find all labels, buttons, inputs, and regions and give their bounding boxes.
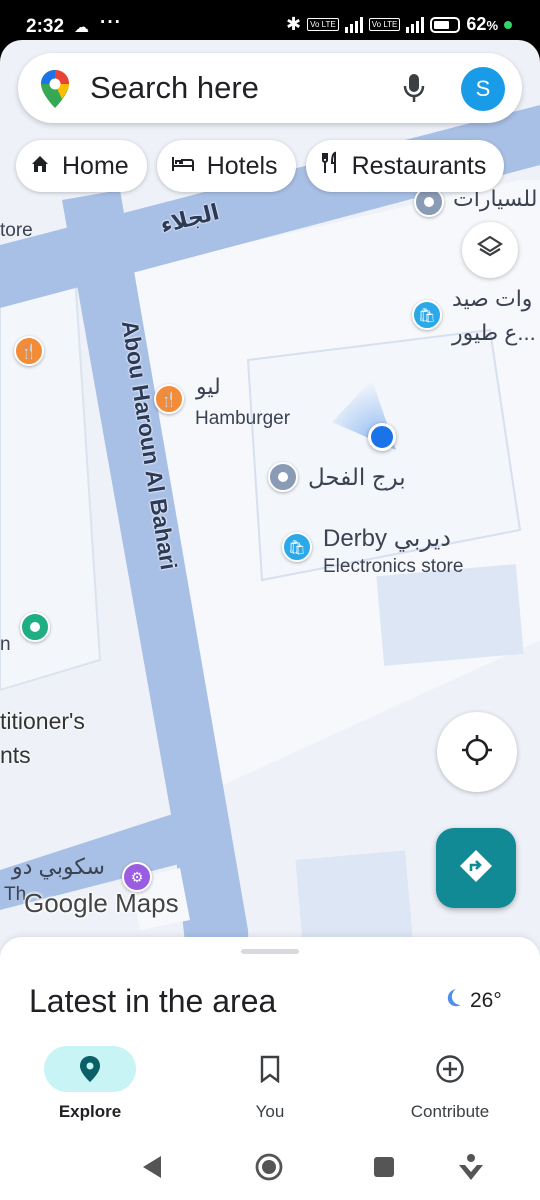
directions-icon xyxy=(458,848,494,889)
moon-icon xyxy=(442,987,464,1015)
my-location-dot xyxy=(368,423,396,451)
chip-hotels[interactable]: Hotels xyxy=(156,140,296,192)
place-label-store: tore xyxy=(0,220,33,241)
place-pin-pet-shop[interactable]: 🛍 xyxy=(412,300,442,330)
bookmark-icon xyxy=(224,1046,316,1092)
place-label-hamburger-ar: ليو xyxy=(196,374,221,399)
place-label-derby-category: Electronics store xyxy=(323,556,464,577)
microphone-icon[interactable] xyxy=(402,73,426,108)
place-label-confectioner-2: nts xyxy=(0,742,31,768)
google-maps-logo: Google Maps xyxy=(24,888,179,918)
account-avatar[interactable]: S xyxy=(461,67,505,111)
chip-restaurants-label: Restaurants xyxy=(351,151,487,180)
chip-hotels-label: Hotels xyxy=(206,151,278,180)
add-circle-icon xyxy=(404,1046,496,1092)
recents-icon[interactable] xyxy=(373,1156,395,1183)
status-icons: ✱ Vo LTE Vo LTE 62% xyxy=(286,14,512,35)
my-location-button[interactable] xyxy=(437,712,517,792)
search-input[interactable] xyxy=(90,67,390,109)
place-pin-hamburger[interactable]: 🍴 xyxy=(154,384,184,414)
bed-icon xyxy=(171,152,195,181)
place-pin-left-green[interactable] xyxy=(20,612,50,642)
layers-button[interactable] xyxy=(462,222,518,278)
google-maps-pin-icon xyxy=(40,69,70,114)
home-icon xyxy=(30,152,50,181)
battery-icon xyxy=(430,16,461,33)
nav-contribute-label: Contribute xyxy=(410,1102,490,1121)
nav-contribute[interactable]: Contribute xyxy=(360,1043,540,1123)
cloud-icon: ☁ xyxy=(74,19,89,36)
assistant-icon[interactable] xyxy=(458,1152,484,1187)
temperature: 26° xyxy=(470,989,502,1012)
nav-explore[interactable]: Explore xyxy=(0,1043,180,1123)
status-time: 2:32 xyxy=(26,16,65,37)
volte-icon: Vo LTE xyxy=(307,18,339,31)
bluetooth-icon: ✱ xyxy=(286,14,302,34)
place-label-pet-line2: ع طيور... xyxy=(452,320,536,345)
place-label-scooby-en: Th xyxy=(4,884,27,905)
place-pin-left-restaurant[interactable]: 🍴 xyxy=(14,336,44,366)
weather-indicator[interactable]: 26° xyxy=(442,987,502,1015)
chip-restaurants[interactable]: Restaurants xyxy=(305,140,505,192)
sheet-drag-handle[interactable] xyxy=(241,949,299,954)
place-label-derby: Derby ديربي xyxy=(323,525,451,552)
bottom-navigation: Explore You Contribute xyxy=(0,1043,540,1123)
battery-level: 62% xyxy=(466,14,498,34)
more-notifications-icon: ··· xyxy=(100,12,122,33)
category-chips: Home Hotels Restaurants xyxy=(16,140,505,192)
system-navigation-bar xyxy=(0,1140,540,1200)
sheet-title: Latest in the area xyxy=(29,983,277,1019)
place-label-hamburger-en: Hamburger xyxy=(195,408,291,429)
home-circle-icon[interactable] xyxy=(254,1152,284,1187)
signal-4g-icon xyxy=(406,16,425,33)
place-pin-tower[interactable] xyxy=(268,462,298,492)
nav-explore-label: Explore xyxy=(58,1102,122,1121)
directions-button[interactable] xyxy=(436,828,516,908)
place-label-confectioner-1: titioner's xyxy=(0,708,85,734)
place-label-tower: برج الفحل xyxy=(308,464,406,490)
place-label-scooby-ar: سكوبي دو xyxy=(12,854,105,879)
chip-home-label: Home xyxy=(62,151,129,180)
crosshair-icon xyxy=(460,733,494,772)
chip-home[interactable]: Home xyxy=(16,140,147,192)
place-pin-derby[interactable]: 🛍 xyxy=(282,532,312,562)
nav-you[interactable]: You xyxy=(180,1043,360,1123)
signal-icon xyxy=(344,16,363,33)
place-label-left-partial: n xyxy=(0,634,11,655)
layers-icon xyxy=(476,234,504,267)
location-pin-icon xyxy=(44,1046,136,1092)
back-icon[interactable] xyxy=(140,1154,164,1185)
volte-icon-2: Vo LTE xyxy=(368,18,401,31)
search-bar[interactable]: S xyxy=(18,53,522,123)
privacy-indicator-dot xyxy=(504,20,512,29)
place-label-pet-line1: وات صيد xyxy=(452,286,533,311)
utensils-icon xyxy=(320,151,340,182)
nav-you-label: You xyxy=(255,1102,285,1121)
